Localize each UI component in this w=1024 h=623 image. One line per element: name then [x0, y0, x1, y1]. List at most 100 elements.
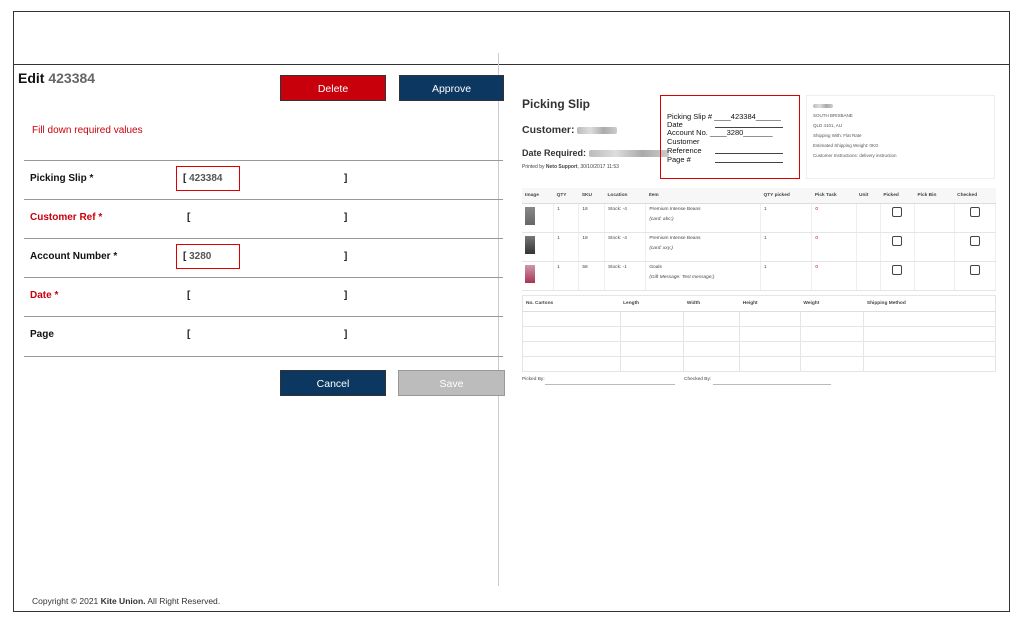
- page-input[interactable]: [: [187, 329, 190, 340]
- box-picking-slip: Picking Slip # ____423384______: [667, 112, 781, 121]
- top-bar: [14, 12, 1009, 65]
- slip-date-required: Date Required:: [522, 148, 669, 158]
- cell-pick-bin: [914, 261, 955, 291]
- product-thumbnail: [525, 207, 535, 225]
- checked-by-label: Checked By:: [684, 377, 712, 382]
- col-length: Length: [620, 295, 684, 312]
- cell-qty: 1: [553, 203, 580, 233]
- cell-pick-task: 0: [811, 203, 857, 233]
- printed-by-label: Printed by: [522, 164, 545, 170]
- item-note: (Gift Message: Test message;): [649, 275, 715, 280]
- cell-qty: 1: [553, 261, 580, 291]
- cell-location: Stock: -4: [604, 232, 647, 262]
- box-page: Page #: [667, 155, 691, 164]
- blurred-name: [813, 103, 833, 108]
- blurred-date: [588, 150, 669, 158]
- printed-by-line: Printed by Neto Support, 30/10/2017 11:5…: [522, 164, 619, 170]
- item-name: Premium Intense Beans: [649, 207, 701, 212]
- col-item: Item: [645, 188, 761, 204]
- footer-suffix: All Right Reserved.: [145, 596, 221, 606]
- box-reference-line: [715, 153, 783, 154]
- checked-checkbox[interactable]: [969, 265, 980, 275]
- picking-slip-label: Picking Slip *: [30, 173, 94, 184]
- product-thumbnail: [525, 265, 535, 283]
- table-row: 1 18 Stock: -4 Premium Intense Beans (car…: [522, 232, 997, 262]
- close-bracket: ]: [344, 251, 348, 262]
- blurred-customer-name: [577, 126, 618, 134]
- page-label: Page: [30, 329, 54, 340]
- picked-checkbox[interactable]: [892, 265, 903, 275]
- cell-item: Goals (Gift Message: Test message;): [645, 261, 761, 291]
- cell-qty-picked: 1: [760, 261, 813, 291]
- open-bracket: [: [183, 251, 187, 262]
- box-page-line: [715, 162, 783, 163]
- form-row-customer-ref: Customer Ref * [ ]: [24, 199, 503, 239]
- slip-header-box: Picking Slip # ____423384______ Date Acc…: [660, 95, 800, 179]
- col-sku: SKU: [578, 188, 605, 204]
- account-number-input[interactable]: [ 3280: [176, 244, 240, 269]
- slip-customer: Customer:: [522, 124, 618, 136]
- form-row-page: Page [ ]: [24, 316, 503, 357]
- col-shipping-method: Shipping Method: [863, 295, 996, 312]
- table-row: [522, 356, 996, 372]
- table-row: 1 58 Stock: -1 Goals (Gift Message: Test …: [522, 261, 997, 291]
- address-line4: Estimated Shipping Weight: 0KG: [813, 143, 879, 148]
- cell-item: Premium Intense Beans (card: xxy;): [645, 232, 761, 262]
- box-reference: Reference: [667, 146, 702, 155]
- picked-by-label: Picked By:: [522, 377, 545, 382]
- col-location: Location: [604, 188, 646, 204]
- address-line1: SOUTH BRISBANE: [813, 113, 853, 118]
- cancel-button[interactable]: Cancel: [280, 370, 386, 396]
- customer-label: Customer:: [522, 124, 575, 136]
- picked-checkbox[interactable]: [892, 236, 903, 246]
- col-pick-bin: Pick Bin: [914, 188, 955, 204]
- shipping-address: SOUTH BRISBANE QLD 4101, AU Shipping Wit…: [806, 95, 995, 179]
- checked-checkbox[interactable]: [969, 236, 980, 246]
- cell-unit: [856, 203, 881, 233]
- cell-sku: 58: [578, 261, 605, 291]
- col-no-cartons: No. Cartons: [522, 295, 621, 312]
- cell-unit: [856, 232, 881, 262]
- approve-button[interactable]: Approve: [399, 75, 504, 101]
- cell-sku: 18: [578, 203, 605, 233]
- close-bracket: ]: [344, 329, 348, 340]
- form-row-picking-slip: Picking Slip * [ 423384 ]: [24, 160, 503, 200]
- form-row-date: Date * [ ]: [24, 277, 503, 317]
- customer-ref-input[interactable]: [: [187, 212, 190, 223]
- open-bracket: [: [183, 173, 187, 184]
- close-bracket: ]: [344, 173, 348, 184]
- printed-by-name: Neto Support: [545, 164, 578, 170]
- address-line3: Shipping With: Flat Rate: [813, 133, 862, 138]
- date-input[interactable]: [: [187, 290, 190, 301]
- cell-unit: [856, 261, 881, 291]
- footer-copyright: Copyright © 2021 Kite Union. All Right R…: [32, 596, 220, 606]
- col-unit: Unit: [856, 188, 881, 204]
- item-name: Premium Intense Beans: [649, 236, 701, 241]
- cell-location: Stock: -4: [604, 203, 647, 233]
- customer-ref-label: Customer Ref *: [30, 212, 103, 223]
- picked-checkbox[interactable]: [892, 207, 903, 217]
- save-button[interactable]: Save: [398, 370, 505, 396]
- items-table: Image QTY SKU Location Item QTY picked P…: [522, 188, 997, 291]
- cell-qty: 1: [553, 232, 580, 262]
- date-required-label: Date Required:: [522, 148, 587, 158]
- close-bracket: ]: [344, 212, 348, 223]
- col-width: Width: [683, 295, 740, 312]
- required-message: Fill down required values: [32, 125, 143, 136]
- cartons-table: No. Cartons Length Width Height Weight S…: [522, 295, 996, 372]
- delete-button[interactable]: Delete: [280, 75, 386, 101]
- account-number-label: Account Number *: [30, 251, 118, 262]
- picking-slip-input[interactable]: [ 423384: [176, 166, 240, 191]
- col-picked: Picked: [880, 188, 915, 204]
- checked-checkbox[interactable]: [969, 207, 980, 217]
- col-qty-picked: QTY picked: [760, 188, 812, 204]
- form-row-account-number: Account Number * [ 3280 ]: [24, 238, 503, 278]
- item-name: Goals: [649, 265, 662, 270]
- item-note: (card: abc;): [649, 217, 674, 222]
- cell-pick-task: 0: [811, 261, 857, 291]
- item-note: (card: xxy;): [649, 246, 674, 251]
- col-checked: Checked: [954, 188, 996, 204]
- cell-sku: 18: [578, 232, 605, 262]
- address-line2: QLD 4101, AU: [813, 123, 843, 128]
- account-number-value: 3280: [189, 251, 212, 262]
